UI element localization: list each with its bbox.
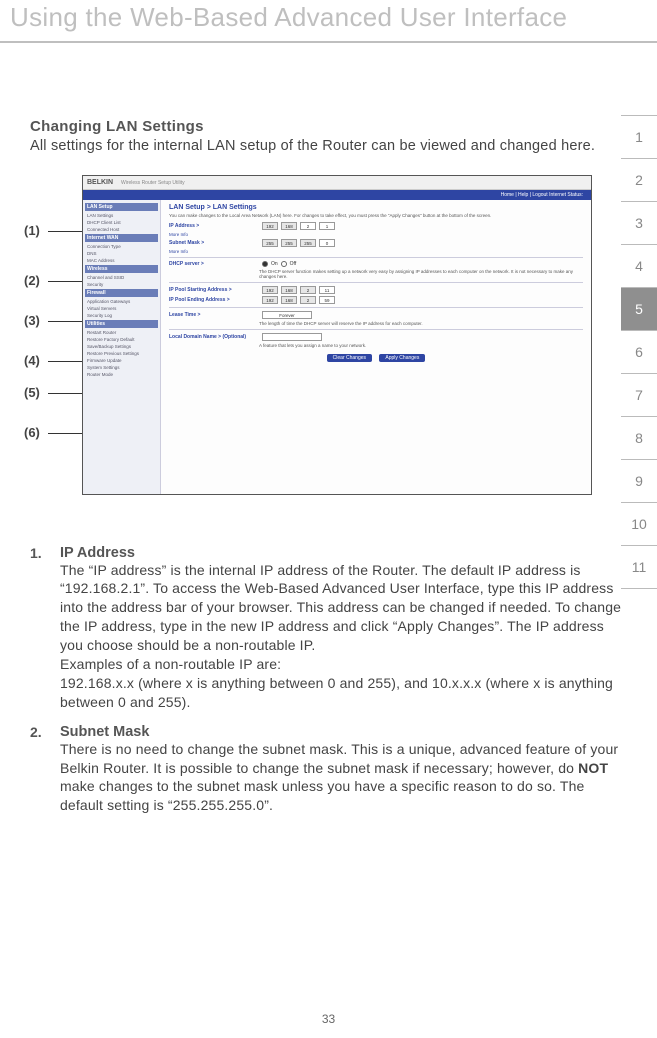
pool-end-label: IP Pool Ending Address > [169, 297, 259, 303]
pe-oct-1[interactable]: 192 [262, 296, 278, 304]
callout-6: (6) [24, 425, 40, 440]
ip-address-label: IP Address > [169, 223, 259, 229]
ps-oct-2[interactable]: 168 [281, 286, 297, 294]
lease-select[interactable]: Forever [262, 311, 312, 319]
callout-5: (5) [24, 385, 40, 400]
sidebar-item[interactable]: Firmware Update [85, 357, 158, 364]
sidebar-cat-firewall[interactable]: Firewall [85, 289, 158, 297]
sidebar-item[interactable]: Application Gateways [85, 298, 158, 305]
numbered-list: 1. IP Address The “IP address” is the in… [30, 545, 627, 816]
callout-3: (3) [24, 313, 40, 328]
ip-oct-3[interactable]: 2 [300, 222, 316, 230]
domain-desc: A feature that lets you assign a name to… [259, 343, 583, 348]
ip-oct-2[interactable]: 168 [281, 222, 297, 230]
ip-oct-4[interactable]: 1 [319, 222, 335, 230]
page-number: 33 [0, 1012, 657, 1026]
sidebar-item[interactable]: DNS [85, 250, 158, 257]
dhcp-off-label: Off [290, 261, 297, 267]
apply-button[interactable]: Apply Changes [379, 354, 425, 362]
page-title: Using the Web-Based Advanced User Interf… [0, 0, 657, 43]
dhcp-label: DHCP server > [169, 261, 259, 267]
item-number: 2. [30, 724, 60, 816]
sidebar-item[interactable]: Save/Backup Settings [85, 343, 158, 350]
item-title: Subnet Mask [60, 724, 627, 740]
breadcrumb: LAN Setup > LAN Settings [169, 204, 583, 211]
sidebar-item[interactable]: Restore Previous Settings [85, 350, 158, 357]
screenshot-area: (1) (2) (3) (4) (5) (6) BELKIN Wireless … [24, 175, 627, 515]
sidebar-item[interactable]: Security Log [85, 312, 158, 319]
ps-oct-4[interactable]: 11 [319, 286, 335, 294]
more-info-link[interactable]: More Info [169, 249, 583, 254]
item-text: Examples of a non-routable IP are: [60, 655, 627, 674]
dhcp-on-label: On [271, 261, 278, 267]
sidebar-item[interactable]: LAN Settings [85, 212, 158, 219]
item-text: 192.168.x.x (where x is anything between… [60, 674, 627, 712]
item-title: IP Address [60, 545, 627, 561]
sidebar-item[interactable]: Connection Type [85, 243, 158, 250]
lease-desc: The length of time the DHCP server will … [259, 321, 583, 326]
ip-oct-1[interactable]: 192 [262, 222, 278, 230]
sidebar-item[interactable]: Virtual Servers [85, 305, 158, 312]
section-intro: All settings for the internal LAN setup … [30, 137, 627, 157]
brand-logo: BELKIN [87, 179, 113, 186]
list-item: 2. Subnet Mask There is no need to chang… [30, 724, 627, 816]
subnet-label: Subnet Mask > [169, 240, 259, 246]
brand-sub: Wireless Router Setup Utility [121, 180, 185, 186]
sidebar-cat-util[interactable]: Utilities [85, 320, 158, 328]
router-ui-screenshot: BELKIN Wireless Router Setup Utility Hom… [82, 175, 592, 495]
sidebar-item[interactable]: Security [85, 281, 158, 288]
sidebar-item[interactable]: MAC Address [85, 257, 158, 264]
dhcp-off-radio[interactable] [281, 261, 287, 267]
sn-oct-4[interactable]: 0 [319, 239, 335, 247]
sn-oct-1[interactable]: 255 [262, 239, 278, 247]
pool-start-label: IP Pool Starting Address > [169, 287, 259, 293]
callout-1: (1) [24, 223, 40, 238]
item-text: There is no need to change the subnet ma… [60, 740, 627, 816]
tab-11[interactable]: 11 [621, 545, 657, 589]
sidebar-item[interactable]: Router Mode [85, 371, 158, 378]
list-item: 1. IP Address The “IP address” is the in… [30, 545, 627, 712]
item-number: 1. [30, 545, 60, 712]
pe-oct-2[interactable]: 168 [281, 296, 297, 304]
sidebar-item[interactable]: Channel and SSID [85, 274, 158, 281]
sidebar-item[interactable]: System Settings [85, 364, 158, 371]
pe-oct-4[interactable]: 59 [319, 296, 335, 304]
header-bar: Home | Help | Logout Internet Status: [83, 190, 591, 200]
sidebar-cat-wan[interactable]: Internet WAN [85, 234, 158, 242]
panel-desc: You can make changes to the Local Area N… [169, 213, 583, 218]
dhcp-desc: The DHCP server function makes setting u… [259, 269, 583, 279]
tab-1[interactable]: 1 [621, 115, 657, 159]
content: Changing LAN Settings All settings for t… [0, 118, 657, 815]
more-info-link[interactable]: More Info [169, 232, 583, 237]
callout-4: (4) [24, 353, 40, 368]
sidebar-item[interactable]: Restore Factory Default [85, 336, 158, 343]
sidebar-item[interactable]: Connected Host [85, 226, 158, 233]
ps-oct-1[interactable]: 192 [262, 286, 278, 294]
item-text: The “IP address” is the internal IP addr… [60, 561, 627, 655]
section-heading: Changing LAN Settings [30, 118, 627, 135]
dhcp-on-radio[interactable] [262, 261, 268, 267]
main-panel: LAN Setup > LAN Settings You can make ch… [161, 200, 591, 494]
ps-oct-3[interactable]: 2 [300, 286, 316, 294]
callout-2: (2) [24, 273, 40, 288]
domain-label: Local Domain Name > (Optional) [169, 334, 259, 340]
sn-oct-2[interactable]: 255 [281, 239, 297, 247]
sidebar-item[interactable]: DHCP Client List [85, 219, 158, 226]
sidebar-cat-wireless[interactable]: Wireless [85, 265, 158, 273]
clear-button[interactable]: Clear Changes [327, 354, 372, 362]
domain-input[interactable] [262, 333, 322, 341]
sn-oct-3[interactable]: 255 [300, 239, 316, 247]
sidebar-item[interactable]: Restart Router [85, 329, 158, 336]
sidebar-cat-lan[interactable]: LAN Setup [85, 203, 158, 211]
lease-label: Lease Time > [169, 312, 259, 318]
pe-oct-3[interactable]: 2 [300, 296, 316, 304]
sidebar: LAN Setup LAN Settings DHCP Client List … [83, 200, 161, 494]
